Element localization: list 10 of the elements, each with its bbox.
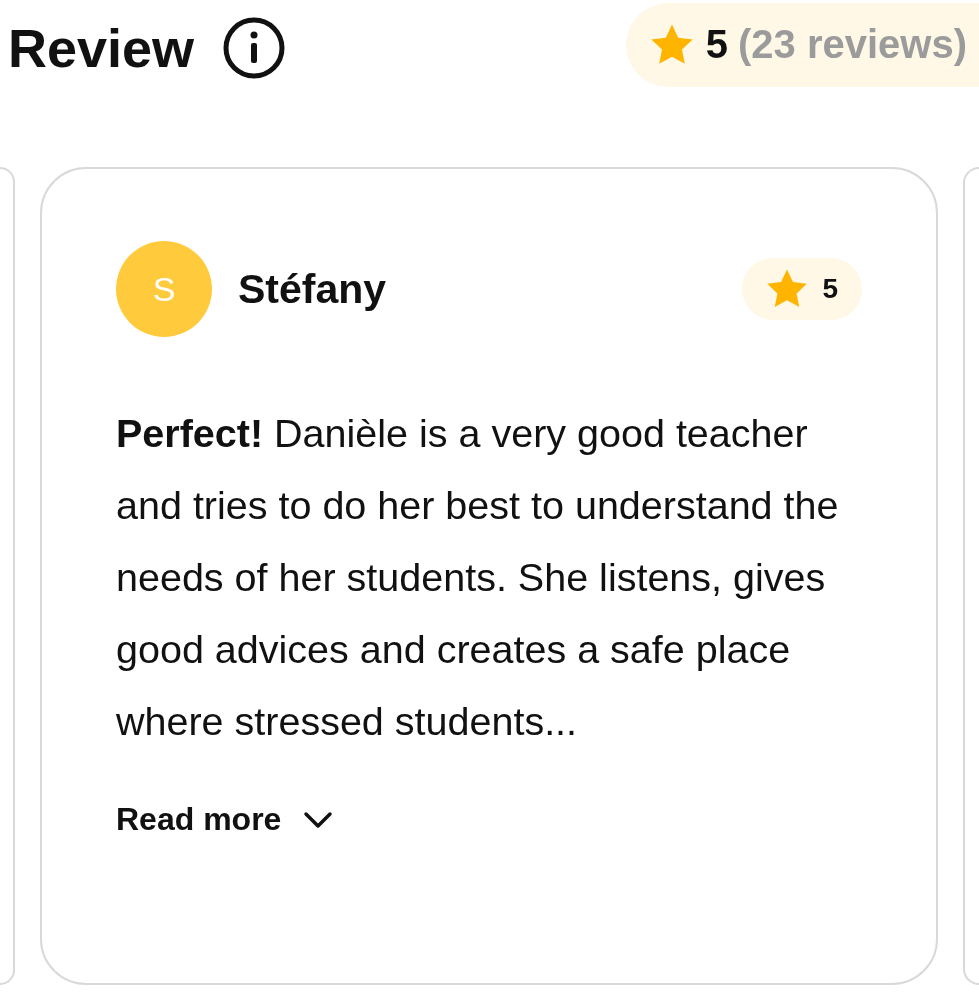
review-text: Perfect! Danièle is a very good teacher and tries to do her best to understand the needs of her students. She listens, gives good advices and creates a safe place where stressed students... <box>116 410 840 745</box>
reviewer-name: Stéfany <box>238 265 387 313</box>
chevron-down-icon <box>303 809 334 830</box>
rating-summary: 5 (23 reviews) <box>625 2 979 87</box>
section-title: Review <box>8 16 195 79</box>
read-more-button[interactable]: Read more <box>116 801 334 838</box>
review-card[interactable] <box>40 167 938 985</box>
info-icon[interactable] <box>222 15 287 80</box>
avatar: S <box>116 241 212 337</box>
rating-badge: 5 <box>742 258 862 320</box>
